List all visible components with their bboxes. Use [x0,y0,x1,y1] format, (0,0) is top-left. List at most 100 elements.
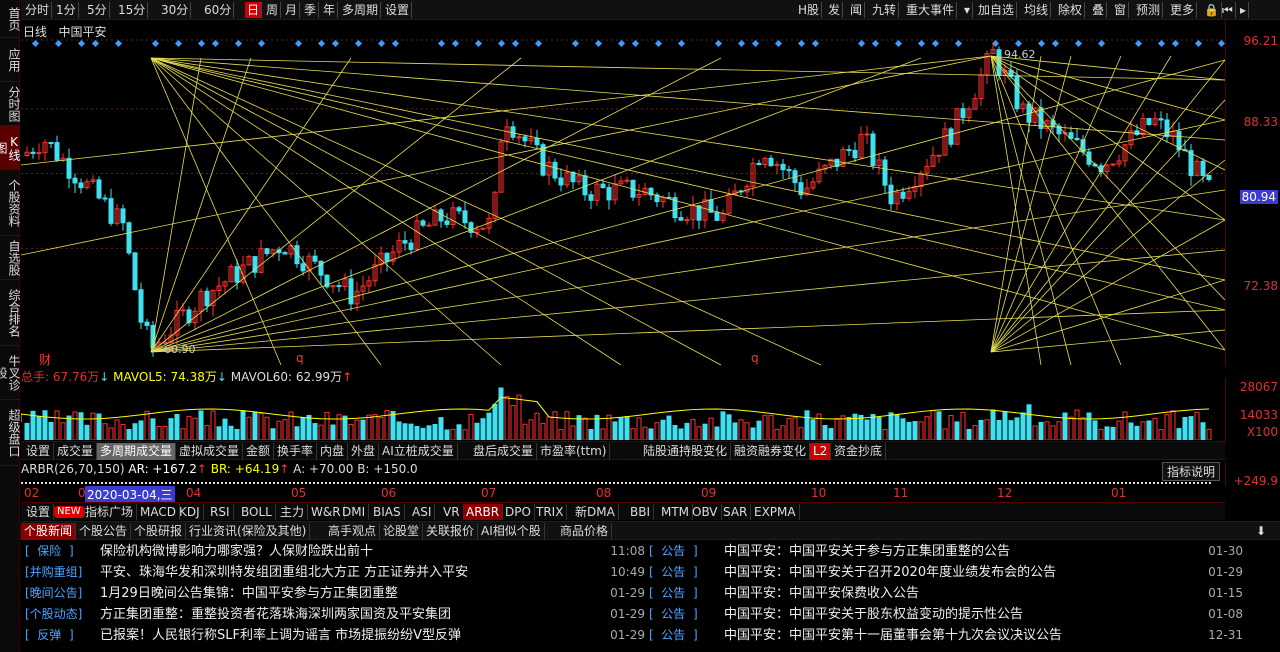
news-row[interactable]: [ 保险 ] 保险机构微博影响力哪家强？人保财险跌出前十 11:08 [25,541,645,562]
indicator-explain-button[interactable]: 指标说明 [1161,462,1220,481]
news-tab[interactable]: 关联报价 [423,523,479,540]
sidebar-item[interactable]: 综合排名 [0,280,21,346]
indicator-tab[interactable]: L2 [810,443,832,460]
toolbar-button[interactable]: 加自选 [976,2,1018,18]
toolbar-button[interactable]: 预测 [1134,2,1164,18]
sidebar-item[interactable]: 首页 [0,0,21,38]
news-category[interactable]: [ 保险 ] [25,544,74,558]
news-category[interactable]: [ 公告 ] [649,607,698,621]
indicator-tab[interactable]: MACD [137,504,180,520]
news-category[interactable]: [ 公告 ] [649,565,698,579]
news-row[interactable]: [ 反弹 ] 已报案！人民银行称SLF利率上调为谣言 市场提振纷纷V型反弹 01-2… [25,625,645,646]
period-tab[interactable]: 多周期 [340,2,382,18]
toolbar-button[interactable]: 更多 [1168,2,1198,18]
news-category[interactable]: [ 反弹 ] [25,628,74,642]
indicator-tab[interactable]: 陆股通持股变化 [640,443,732,460]
period-tab[interactable]: 分时 [23,2,53,18]
indicator-tab[interactable]: 换手率 [274,443,318,460]
indicator-tab[interactable]: BIAS [370,504,405,520]
indicator-tab[interactable]: SAR [720,504,752,520]
indicator-tab[interactable]: 内盘 [317,443,349,460]
news-row[interactable]: [晚间公告] 1月29日晚间公告集锦：中国平安参与方正集团重整 01-29 [25,583,645,604]
indicator-tab[interactable]: 设置 [23,504,55,520]
indicator-tab[interactable]: MTM [658,504,694,520]
news-row[interactable]: [ 公告 ] 中国平安：中国平安关于参与方正集团重整的公告 01-30 [649,541,1249,562]
indicator-tab[interactable]: 主力 [277,504,309,520]
first-page-icon[interactable]: ⏮ [1220,2,1236,18]
period-tab[interactable]: 60分 [202,2,235,18]
lock-icon[interactable]: 🔒 [1202,2,1222,18]
news-tab[interactable]: 个股公告 [76,523,132,540]
indicator-tab[interactable]: 指标广场 [82,504,138,520]
toolbar-button[interactable]: 九转 [870,2,900,18]
collapse-icon[interactable]: ▸ [1238,2,1250,18]
indicator-tab[interactable]: AI立桩成交量 [379,443,458,460]
news-title[interactable]: 中国平安：中国平安关于参与方正集团重整的公告 [724,541,1010,562]
period-tab[interactable]: 年 [321,2,339,18]
indicator-tab[interactable]: 虚拟成交量 [176,443,244,460]
news-title[interactable]: 方正集团重整：重整投资者花落珠海深圳两家国资及平安集团 [100,604,451,625]
period-tab[interactable]: 日 [245,2,263,18]
news-row[interactable]: [ 公告 ] 中国平安：中国平安第十一届董事会第十九次会议决议公告 12-31 [649,625,1249,646]
period-tab[interactable]: 1分 [54,2,79,18]
news-category[interactable]: [ 公告 ] [649,586,698,600]
toolbar-button[interactable]: 均线 [1022,2,1052,18]
toolbar-button[interactable]: 重大事件 [904,2,958,18]
toolbar-button[interactable]: 叠 [1090,2,1108,18]
indicator-tab[interactable]: 设置 [23,443,55,460]
volume-chart[interactable] [20,384,1225,441]
sidebar-item[interactable]: 个股资料 [0,170,21,236]
sidebar-item[interactable]: 分时图 [0,82,21,126]
news-title[interactable]: 平安、珠海华发和深圳特发组团重组北大方正 方正证券并入平安 [100,562,468,583]
news-category[interactable]: [晚间公告] [25,586,82,600]
indicator-tab[interactable]: ARBR [463,504,504,520]
period-tab[interactable]: 设置 [383,2,413,18]
news-title[interactable]: 1月29日晚间公告集锦：中国平安参与方正集团重整 [100,583,398,604]
download-icon[interactable]: ⬇ [1253,523,1269,540]
news-title[interactable]: 中国平安：中国平安保费收入公告 [724,583,919,604]
indicator-tab[interactable]: TRIX [533,504,568,520]
news-title[interactable]: 中国平安：中国平安第十一届董事会第十九次会议决议公告 [724,625,1062,646]
news-tab[interactable]: 个股研报 [131,523,187,540]
news-row[interactable]: [个股动态] 方正集团重整：重整投资者花落珠海深圳两家国资及平安集团 01-29 [25,604,645,625]
news-category[interactable]: [个股动态] [25,607,82,621]
news-tab[interactable]: 论股堂 [380,523,424,540]
news-title[interactable]: 中国平安：中国平安关于股东权益变动的提示性公告 [724,604,1023,625]
finance-marker[interactable]: 财 [39,351,51,368]
news-category[interactable]: [ 公告 ] [649,628,698,642]
indicator-tab[interactable]: KDJ [176,504,204,520]
toolbar-button[interactable]: 除权 [1056,2,1086,18]
indicator-tab[interactable]: 多周期成交量 [97,443,177,460]
indicator-tab[interactable]: BBI [627,504,655,520]
sidebar-item[interactable]: 自选股 [0,236,21,280]
chevron-down-icon[interactable]: ▾ [962,2,974,18]
indicator-tab[interactable]: 盘后成交量 [470,443,538,460]
indicator-tab[interactable]: 金额 [243,443,275,460]
news-tab[interactable]: 行业资讯(保险及其他) [186,523,311,540]
indicator-tab[interactable]: OBV [689,504,722,520]
indicator-tab[interactable]: 外盘 [348,443,380,460]
news-title[interactable]: 已报案！人民银行称SLF利率上调为谣言 市场提振纷纷V型反弹 [100,625,461,646]
period-tab[interactable]: 30分 [159,2,192,18]
period-tab[interactable]: 5分 [85,2,110,18]
news-title[interactable]: 保险机构微博影响力哪家强？人保财险跌出前十 [100,541,373,562]
news-category[interactable]: [并购重组] [25,565,82,579]
news-tab[interactable]: 高手观点 [325,523,381,540]
news-tab[interactable]: 个股新闻 [21,523,77,540]
indicator-tab[interactable]: 成交量 [54,443,98,460]
q-marker[interactable]: q [751,351,759,365]
indicator-tab[interactable]: 融资融券变化 [731,443,811,460]
q-marker[interactable]: q [296,351,304,365]
period-tab[interactable]: 周 [264,2,282,18]
toolbar-button[interactable]: 闻 [848,2,866,18]
period-tab[interactable]: 15分 [116,2,149,18]
news-row[interactable]: [ 公告 ] 中国平安：中国平安保费收入公告 01-15 [649,583,1249,604]
sidebar-item[interactable]: 应用 [0,38,21,82]
sidebar-item[interactable]: K线图 [0,126,21,170]
news-row[interactable]: [ 公告 ] 中国平安：中国平安关于股东权益变动的提示性公告 01-08 [649,604,1249,625]
indicator-tab[interactable]: DMI [339,504,370,520]
indicator-tab[interactable]: 市盈率(ttm) [537,443,611,460]
toolbar-button[interactable]: 窗 [1112,2,1130,18]
news-tab[interactable]: 商品价格 [557,523,613,540]
kline-chart[interactable]: 日线 中国平安 94.62 60.90 财 q q [20,20,1226,368]
